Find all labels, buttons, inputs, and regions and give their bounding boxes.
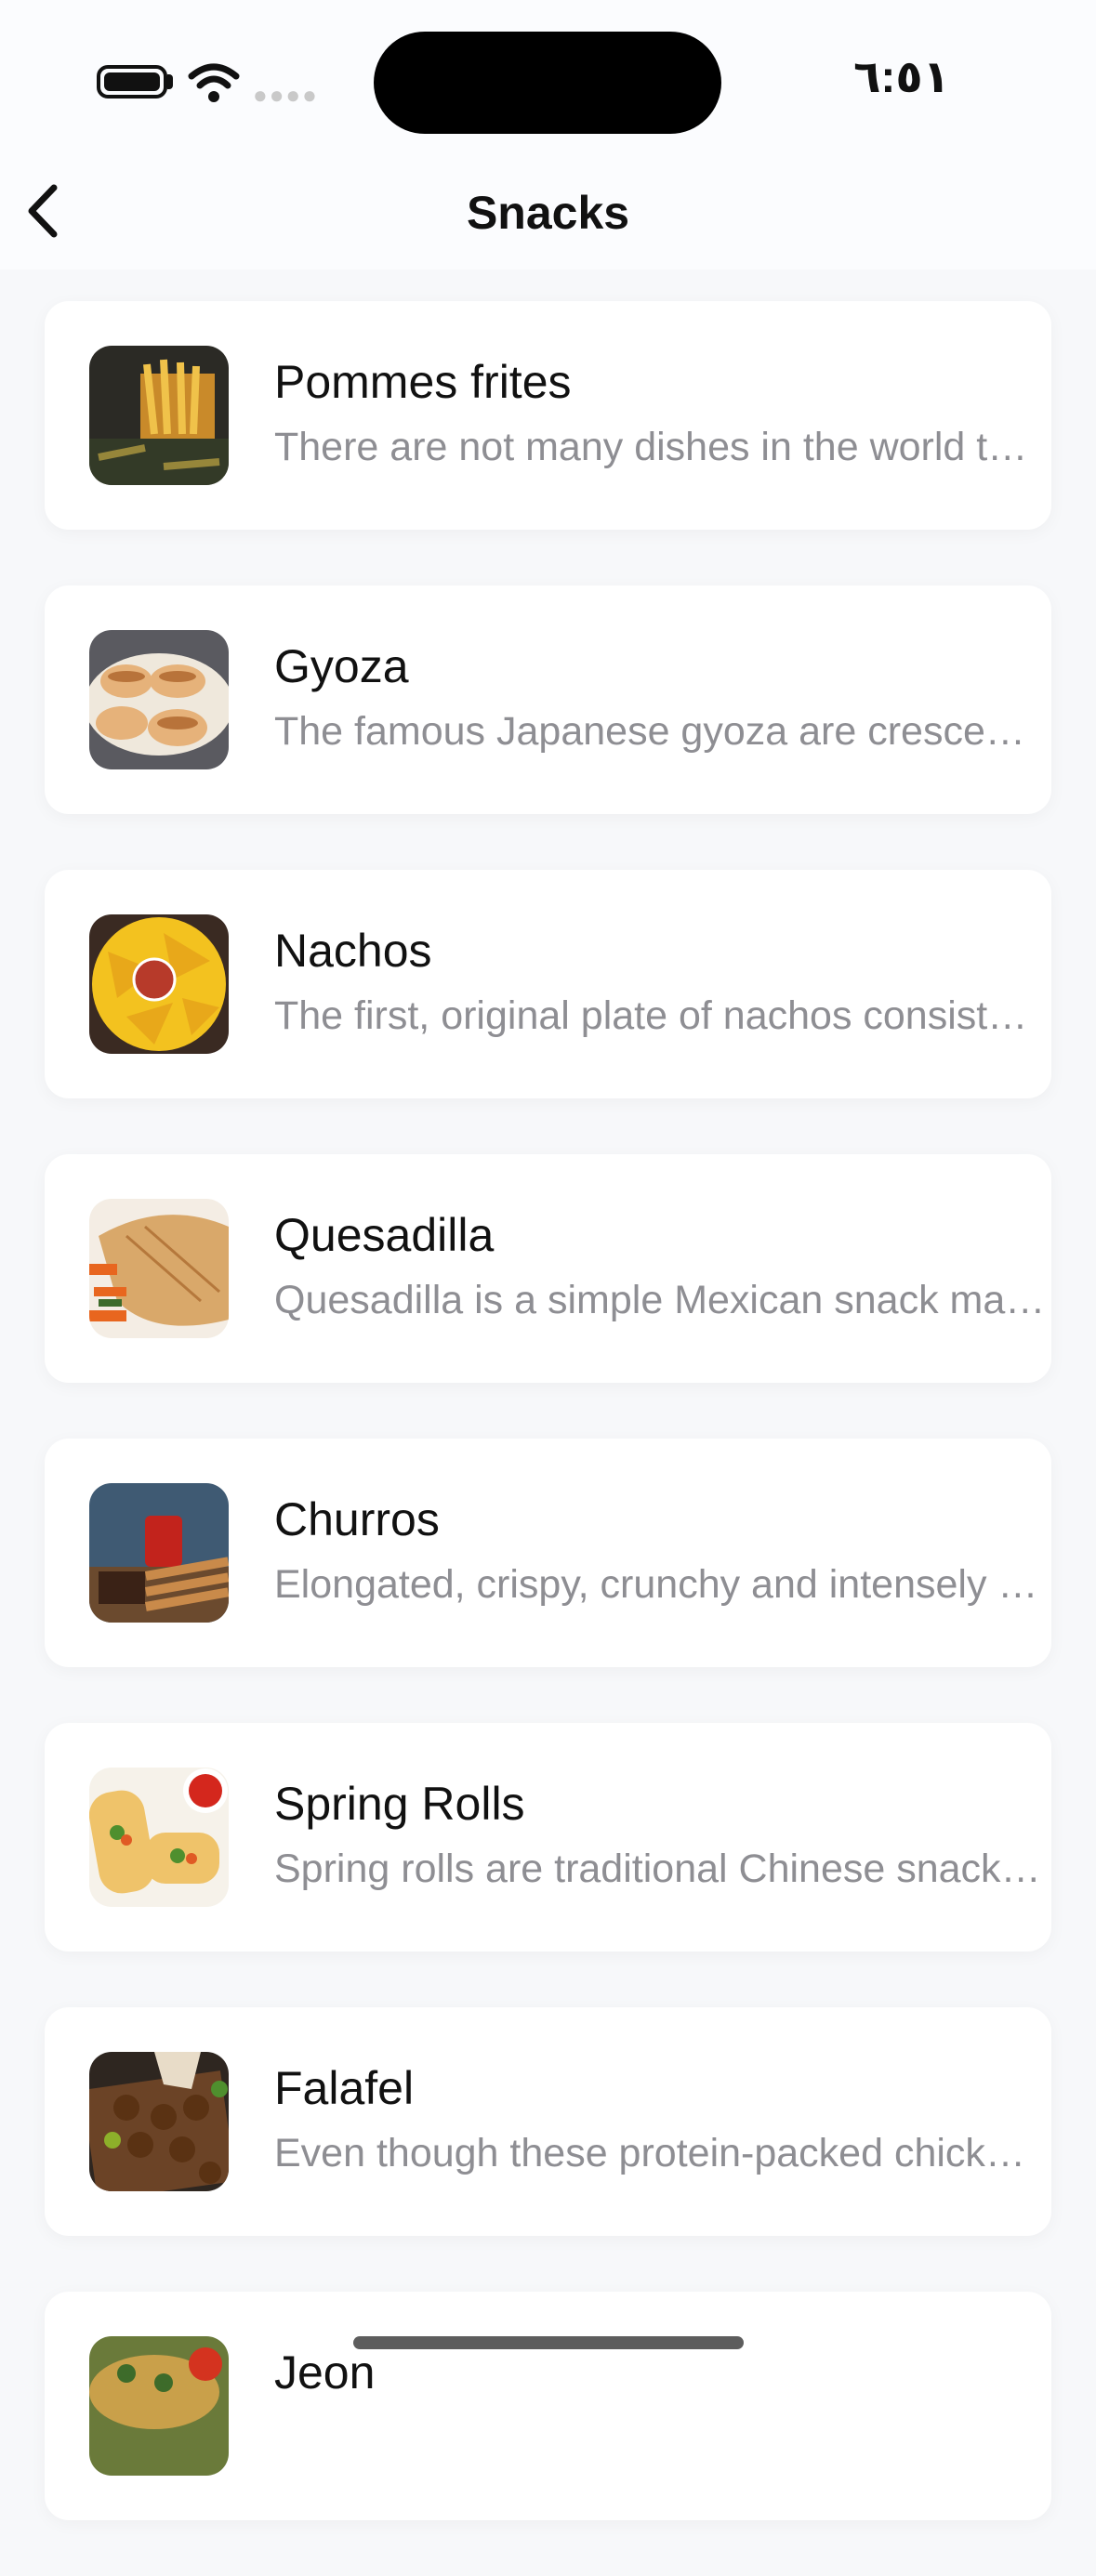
item-title: Falafel [274, 2062, 415, 2114]
food-thumbnail [89, 2052, 229, 2191]
list-item[interactable]: Falafel Even though these protein-packed… [45, 2007, 1051, 2236]
navigation-bar: Snacks [0, 158, 1096, 269]
status-time: ٦:٥١ [853, 53, 950, 102]
battery-tip [167, 74, 173, 89]
page-title: Snacks [466, 187, 630, 239]
wifi-icon [188, 63, 240, 102]
item-title: Jeon [274, 2346, 376, 2399]
item-description: There are not many dishes in the world t… [274, 425, 1046, 469]
dynamic-island [374, 32, 721, 134]
food-thumbnail [89, 914, 229, 1054]
item-title: Pommes frites [274, 356, 572, 408]
food-thumbnail [89, 1199, 229, 1338]
food-thumbnail [89, 1483, 229, 1623]
battery-icon [97, 65, 167, 99]
food-thumbnail [89, 2336, 229, 2476]
item-description: The first, original plate of nachos cons… [274, 993, 1046, 1038]
item-description: Quesadilla is a simple Mexican snack mad… [274, 1278, 1046, 1322]
item-title: Spring Rolls [274, 1778, 525, 1830]
item-title: Nachos [274, 925, 432, 977]
food-thumbnail [89, 346, 229, 485]
list-item[interactable]: Spring Rolls Spring rolls are traditiona… [45, 1723, 1051, 1952]
item-description: Spring rolls are traditional Chinese sna… [274, 1847, 1046, 1891]
list-item[interactable]: Nachos The first, original plate of nach… [45, 870, 1051, 1098]
food-thumbnail [89, 630, 229, 769]
status-bar: ●●●● ٦:٥١ [0, 0, 1096, 158]
item-description: Elongated, crispy, crunchy and intensely… [274, 1562, 1046, 1607]
home-indicator[interactable] [353, 2336, 744, 2349]
item-description: Even though these protein-packed chickpe… [274, 2131, 1046, 2175]
food-thumbnail [89, 1768, 229, 1907]
snack-list: Pommes frites There are not many dishes … [45, 301, 1051, 2576]
list-item[interactable]: Quesadilla Quesadilla is a simple Mexica… [45, 1154, 1051, 1383]
cellular-signal-icon: ●●●● [253, 81, 319, 109]
list-item[interactable]: Gyoza The famous Japanese gyoza are cres… [45, 585, 1051, 814]
item-title: Gyoza [274, 640, 409, 692]
item-description: The famous Japanese gyoza are crescent-s… [274, 709, 1046, 754]
item-title: Churros [274, 1493, 440, 1545]
list-item[interactable]: Pommes frites There are not many dishes … [45, 301, 1051, 530]
list-item[interactable]: Churros Elongated, crispy, crunchy and i… [45, 1439, 1051, 1667]
list-item[interactable]: Jeon [45, 2292, 1051, 2520]
item-title: Quesadilla [274, 1209, 495, 1261]
